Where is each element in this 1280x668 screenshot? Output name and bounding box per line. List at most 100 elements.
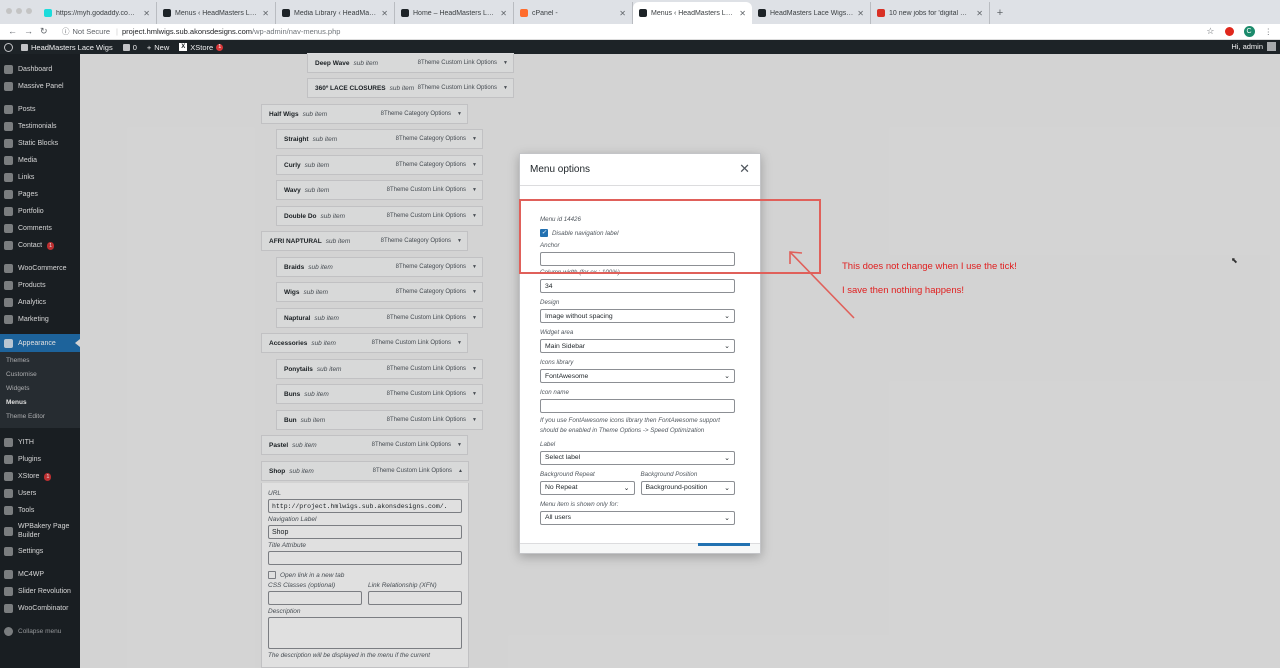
sidebar-item-posts[interactable]: Posts (0, 101, 80, 118)
close-tab-icon[interactable]: ✕ (143, 9, 150, 18)
arrow-down-icon[interactable]: ▼ (472, 417, 477, 423)
sidebar-item-woocombinator[interactable]: WooCombinator (0, 600, 80, 617)
browser-menu-icon[interactable]: ⋮ (1265, 27, 1273, 36)
browser-tab[interactable]: Menus ‹ HeadMasters Lace W... ✕ (633, 2, 752, 24)
arrow-down-icon[interactable]: ▼ (503, 60, 508, 66)
icons-library-select[interactable]: FontAwesome ⌄ (540, 369, 735, 383)
menu-item-row[interactable]: Buns sub item 8Theme Custom Link Options ▼ (276, 384, 483, 404)
arrow-down-icon[interactable]: ▼ (472, 187, 477, 193)
submenu-item-menus[interactable]: Menus (0, 396, 80, 410)
site-name-link[interactable]: HeadMasters Lace Wigs (21, 43, 113, 52)
sidebar-item-massive-panel[interactable]: Massive Panel (0, 78, 80, 95)
close-tab-icon[interactable]: ✕ (857, 9, 864, 18)
bookmark-star-icon[interactable]: ☆ (1206, 26, 1214, 37)
arrow-down-icon[interactable]: ▼ (457, 238, 462, 244)
comments-link[interactable]: 0 (122, 43, 137, 52)
new-tab-option[interactable]: Open link in a new tab (268, 571, 462, 579)
sidebar-item-comments[interactable]: Comments (0, 220, 80, 237)
close-tab-icon[interactable]: ✕ (500, 9, 507, 18)
menu-item-row[interactable]: Wigs sub item 8Theme Category Options ▼ (276, 282, 483, 302)
browser-tab[interactable]: https://myh.godaddy.com/#/h...✕ (38, 2, 157, 24)
menu-item-row[interactable]: AFRI NAPTURAL sub item 8Theme Category Opt… (261, 231, 468, 251)
sidebar-item-plugins[interactable]: Plugins (0, 451, 80, 468)
browser-tab[interactable]: Menus ‹ HeadMasters Lace W... ✕ (157, 2, 276, 24)
arrow-down-icon[interactable]: ▼ (472, 315, 477, 321)
submenu-item-themes[interactable]: Themes (0, 354, 80, 368)
window-controls[interactable] (6, 8, 32, 14)
label-select[interactable]: Select label ⌄ (540, 450, 735, 465)
sidebar-item-testimonials[interactable]: Testimonials (0, 118, 80, 135)
back-icon[interactable]: ← (8, 26, 17, 37)
arrow-down-icon[interactable]: ▼ (472, 366, 477, 372)
sidebar-item-dashboard[interactable]: Dashboard (0, 61, 80, 78)
menu-item-row[interactable]: Double Do sub item 8Theme Custom Link Opti… (276, 206, 483, 226)
menu-item-row[interactable]: Naptural sub item 8Theme Custom Link Optio… (276, 308, 483, 328)
browser-tab[interactable]: HeadMasters Lace Wigs – Lac... ✕ (752, 2, 871, 24)
sidebar-item-woocommerce[interactable]: WooCommerce (0, 260, 80, 277)
arrow-down-icon[interactable]: ▼ (472, 136, 477, 142)
description-textarea[interactable] (268, 617, 462, 649)
arrow-down-icon[interactable]: ▼ (472, 391, 477, 397)
arrow-down-icon[interactable]: ▼ (472, 264, 477, 270)
menu-item-row[interactable]: Shop sub item 8Theme Custom Link Options ▲ (261, 461, 469, 481)
browser-tab[interactable]: Media Library ‹ HeadMasters L... ✕ (276, 2, 395, 24)
sidebar-item-wpbakery-page-builder[interactable]: WPBakery Page Builder (0, 519, 80, 543)
xstore-link[interactable]: X XStore 1 (179, 43, 224, 52)
menu-item-row[interactable]: Curly sub item 8Theme Category Options ▼ (276, 155, 483, 175)
sidebar-item-users[interactable]: Users (0, 485, 80, 502)
menu-item-row[interactable]: Pastel sub item 8Theme Custom Link Options… (261, 435, 468, 455)
sidebar-item-yith[interactable]: YITH (0, 434, 80, 451)
submenu-item-widgets[interactable]: Widgets (0, 382, 80, 396)
menu-item-row[interactable]: Wavy sub item 8Theme Custom Link Options ▼ (276, 180, 483, 200)
column-width-input[interactable]: 34 (540, 279, 735, 293)
arrow-down-icon[interactable]: ▼ (457, 340, 462, 346)
sidebar-item-tools[interactable]: Tools (0, 502, 80, 519)
xfn-input[interactable] (368, 591, 462, 605)
bg-repeat-select[interactable]: No Repeat ⌄ (540, 480, 635, 495)
new-tab-button[interactable]: + (990, 2, 1010, 24)
close-tab-icon[interactable]: ✕ (976, 9, 983, 18)
sidebar-item-xstore[interactable]: XStore 1 (0, 468, 80, 485)
submenu-item-customise[interactable]: Customise (0, 368, 80, 382)
close-tab-icon[interactable]: ✕ (381, 9, 388, 18)
widget-area-select[interactable]: Main Sidebar ⌄ (540, 339, 735, 353)
sidebar-item-mc4wp[interactable]: MC4WP (0, 566, 80, 583)
url-field[interactable]: project.hmlwigs.sub.akonsdesigns.com/wp-… (122, 27, 340, 36)
arrow-down-icon[interactable]: ▼ (503, 85, 508, 91)
close-tab-icon[interactable]: ✕ (262, 9, 269, 18)
url-input[interactable]: http://project.hmlwigs.sub.akonsdesigns.… (268, 499, 462, 513)
menu-item-row[interactable]: Accessories sub item 8Theme Custom Link Op… (261, 333, 468, 353)
arrow-down-icon[interactable]: ▼ (472, 162, 477, 168)
new-content-link[interactable]: + New (147, 43, 169, 52)
sidebar-item-slider-revolution[interactable]: Slider Revolution (0, 583, 80, 600)
close-icon[interactable]: ✕ (739, 162, 750, 176)
icon-name-input[interactable] (540, 399, 735, 413)
sidebar-item-appearance[interactable]: Appearance (0, 334, 80, 352)
menu-item-row[interactable]: Braids sub item 8Theme Category Options ▼ (276, 257, 483, 277)
nav-label-input[interactable]: Shop (268, 525, 462, 539)
shown-for-select[interactable]: All users ⌄ (540, 510, 735, 525)
reload-icon[interactable]: ↻ (40, 26, 48, 37)
submenu-item-theme-editor[interactable]: Theme Editor (0, 410, 80, 424)
browser-tab[interactable]: cPanel - ✕ (514, 2, 633, 24)
title-attr-input[interactable] (268, 551, 462, 565)
arrow-down-icon[interactable]: ▼ (472, 213, 477, 219)
design-select[interactable]: Image without spacing ⌄ (540, 309, 735, 323)
save-button[interactable] (698, 543, 750, 546)
menu-item-row[interactable]: Straight sub item 8Theme Category Options ▼ (276, 129, 483, 149)
arrow-up-icon[interactable]: ▲ (458, 468, 463, 474)
sidebar-item-analytics[interactable]: Analytics (0, 294, 80, 311)
profile-avatar[interactable]: C (1243, 26, 1255, 37)
sidebar-item-static-blocks[interactable]: Static Blocks (0, 135, 80, 152)
menu-item-row[interactable]: Bun sub item 8Theme Custom Link Options ▼ (276, 410, 483, 430)
sidebar-item-marketing[interactable]: Marketing (0, 311, 80, 328)
arrow-down-icon[interactable]: ▼ (457, 442, 462, 448)
sidebar-item-portfolio[interactable]: Portfolio (0, 203, 80, 220)
sidebar-item-links[interactable]: Links (0, 169, 80, 186)
browser-tab[interactable]: Home – HeadMasters Lace Wigs ✕ (395, 2, 514, 24)
arrow-down-icon[interactable]: ▼ (457, 111, 462, 117)
sidebar-item-media[interactable]: Media (0, 152, 80, 169)
sidebar-item-products[interactable]: Products (0, 277, 80, 294)
bg-position-select[interactable]: Background-position ⌄ (640, 480, 735, 495)
close-tab-icon[interactable]: ✕ (619, 9, 626, 18)
